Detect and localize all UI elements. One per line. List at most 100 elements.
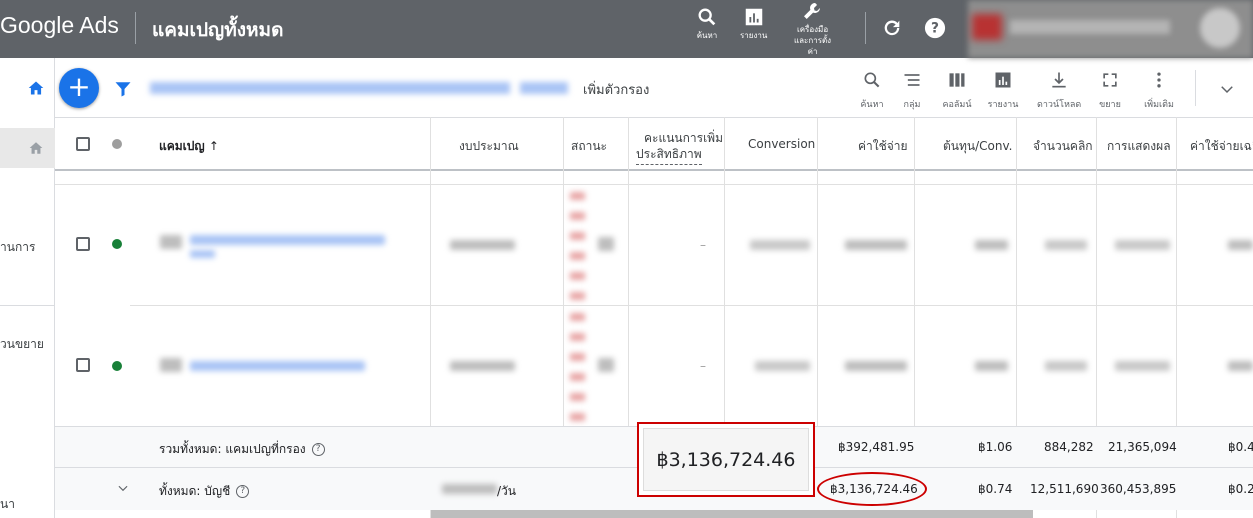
account-name-blurred [1010, 20, 1170, 34]
rail-item-label-1[interactable]: านการ [0, 238, 35, 257]
google-ads-logo[interactable]: Google Ads [0, 12, 119, 39]
toolbar-divider [1195, 70, 1196, 106]
active-filters-blurred[interactable] [150, 82, 510, 94]
header-tools-label-2: และการตั้ง [794, 36, 832, 45]
highlight-callout-box: ฿3,136,724.46 [637, 422, 815, 497]
toolbar-reports-label: รายงาน [987, 100, 1019, 110]
avg-cost-blurred [1228, 361, 1253, 371]
search-icon [698, 8, 716, 26]
toolbar-reports-button[interactable]: รายงาน [981, 70, 1025, 111]
refresh-icon[interactable] [881, 17, 903, 39]
arrow-up-icon: ↑ [208, 139, 219, 153]
total-account-cost-per-conv: ฿0.74 [978, 482, 1013, 496]
account-logo-blurred [972, 14, 1002, 40]
campaign-name-blurred[interactable] [190, 235, 385, 245]
column-header-status[interactable]: สถานะ [571, 137, 607, 156]
rail-item-label-2[interactable]: วนขยาย [0, 335, 44, 354]
active-filter-link-blurred[interactable] [520, 82, 568, 94]
account-budget-suffix: /วัน [497, 484, 516, 498]
total-account-avg-cost: ฿0.2 [1228, 482, 1253, 496]
cost-per-conv-blurred [975, 361, 1008, 371]
total-filtered-label-text: รวมทั้งหมด: แคมเปญที่กรอง [159, 442, 306, 456]
cost-per-conv-blurred [975, 240, 1008, 250]
header-tools-label-1: เครื่องมือ [796, 25, 829, 34]
row-checkbox[interactable] [76, 358, 90, 372]
add-filter-button[interactable]: เพิ่มตัวกรอง [583, 79, 649, 100]
total-filtered-clicks: 884,282 [1044, 440, 1094, 454]
conversion-blurred [750, 240, 810, 250]
toolbar-download-label: ดาวน์โหลด [1037, 100, 1082, 110]
svg-text:?: ? [931, 21, 939, 37]
toolbar-expand-label: ขยาย [1099, 100, 1121, 110]
toolbar-segment-button[interactable]: กลุ่ม [890, 70, 934, 111]
horizontal-scrollbar[interactable] [431, 510, 1033, 518]
filter-icon[interactable] [114, 80, 132, 98]
header-search-label: ค้นหา [696, 31, 718, 40]
column-header-cost-per-conv[interactable]: ต้นทุน/Conv. [943, 137, 1012, 156]
avg-cost-blurred [1228, 240, 1253, 250]
account-budget-blurred [442, 484, 497, 494]
opt-score-cell: – [700, 238, 706, 252]
chevron-down-icon[interactable] [1218, 80, 1236, 98]
help-icon[interactable]: ? [311, 443, 325, 456]
help-icon[interactable]: ? [924, 17, 946, 39]
add-campaign-button[interactable]: + [59, 68, 99, 108]
total-filtered-impressions: 21,365,094 [1108, 440, 1177, 454]
cost-blurred [845, 240, 907, 250]
column-header-budget[interactable]: งบประมาณ [459, 137, 519, 156]
more-icon [1157, 72, 1161, 88]
total-filtered-cost-per-conv: ฿1.06 [978, 440, 1013, 454]
home-icon[interactable] [27, 80, 45, 96]
total-account-label-text: ทั้งหมด: บัญชี [159, 484, 231, 498]
campaign-name-blurred[interactable] [190, 361, 365, 371]
header-divider-2 [865, 12, 866, 44]
column-header-campaign[interactable]: แคมเปญ ↑ [159, 137, 219, 156]
toolbar-columns-button[interactable]: คอลัมน์ [935, 70, 979, 111]
total-filtered-cost: ฿392,481.95 [838, 440, 915, 454]
impressions-blurred [1115, 361, 1170, 371]
column-header-campaign-label: แคมเปญ [159, 139, 205, 153]
header-divider [135, 12, 136, 44]
row-checkbox[interactable] [76, 237, 90, 251]
total-account-impressions: 360,453,895 [1100, 482, 1177, 496]
toolbar-search-label: ค้นหา [860, 100, 884, 110]
header-reports-button[interactable]: รายงาน [740, 6, 767, 41]
budget-blurred [450, 361, 515, 371]
status-enabled-dot [112, 361, 122, 371]
toolbar-expand-button[interactable]: ขยาย [1088, 70, 1132, 111]
status-icon-blurred [598, 358, 614, 372]
header-tools-button[interactable]: เครื่องมือ และการตั้ง ค่า [794, 0, 831, 57]
select-all-checkbox[interactable] [76, 137, 90, 151]
page-title: แคมเปญทั้งหมด [152, 19, 284, 41]
toolbar-search-button[interactable]: ค้นหา [850, 70, 894, 111]
column-header-opt-score-line2[interactable]: ประสิทธิภาพ [636, 145, 702, 165]
status-blurred [570, 192, 585, 302]
toolbar-more-button[interactable]: เพิ่มเติม [1137, 70, 1181, 111]
column-header-impressions[interactable]: การแสดงผล [1107, 137, 1171, 156]
avatar[interactable] [1200, 8, 1240, 48]
wrench-icon [803, 3, 820, 19]
status-header-dot [112, 139, 122, 149]
header-reports-label: รายงาน [740, 31, 768, 40]
left-rail [0, 58, 55, 518]
chevron-down-icon[interactable] [116, 481, 130, 495]
help-icon[interactable]: ? [236, 485, 250, 498]
highlight-ellipse [817, 472, 927, 506]
home-icon-selected [29, 142, 43, 154]
column-header-cost[interactable]: ค่าใช้จ่าย [858, 137, 908, 156]
clicks-blurred [1045, 240, 1087, 250]
conversion-blurred [755, 361, 810, 371]
toolbar-download-button[interactable]: ดาวน์โหลด [1037, 70, 1081, 111]
total-filtered-avg-cost: ฿0.4 [1228, 440, 1253, 454]
total-filtered-label: รวมทั้งหมด: แคมเปญที่กรอง? [159, 440, 325, 459]
header-search-button[interactable]: ค้นหา [696, 6, 718, 41]
column-header-conversion[interactable]: Conversion [748, 137, 815, 151]
column-header-avg-cost[interactable]: ค่าใช้จ่ายเฉลี่ [1190, 137, 1253, 156]
status-icon-blurred [598, 237, 614, 251]
campaign-name-blurred[interactable] [190, 250, 215, 258]
rail-item-label-3[interactable]: นา [0, 495, 15, 514]
column-header-clicks[interactable]: จำนวนคลิก [1033, 137, 1093, 156]
total-account-clicks: 12,511,690 [1030, 482, 1099, 496]
app-header: Google Ads แคมเปญทั้งหมด ค้นหา รายงาน เค… [0, 0, 1253, 58]
reports-icon [745, 8, 762, 26]
